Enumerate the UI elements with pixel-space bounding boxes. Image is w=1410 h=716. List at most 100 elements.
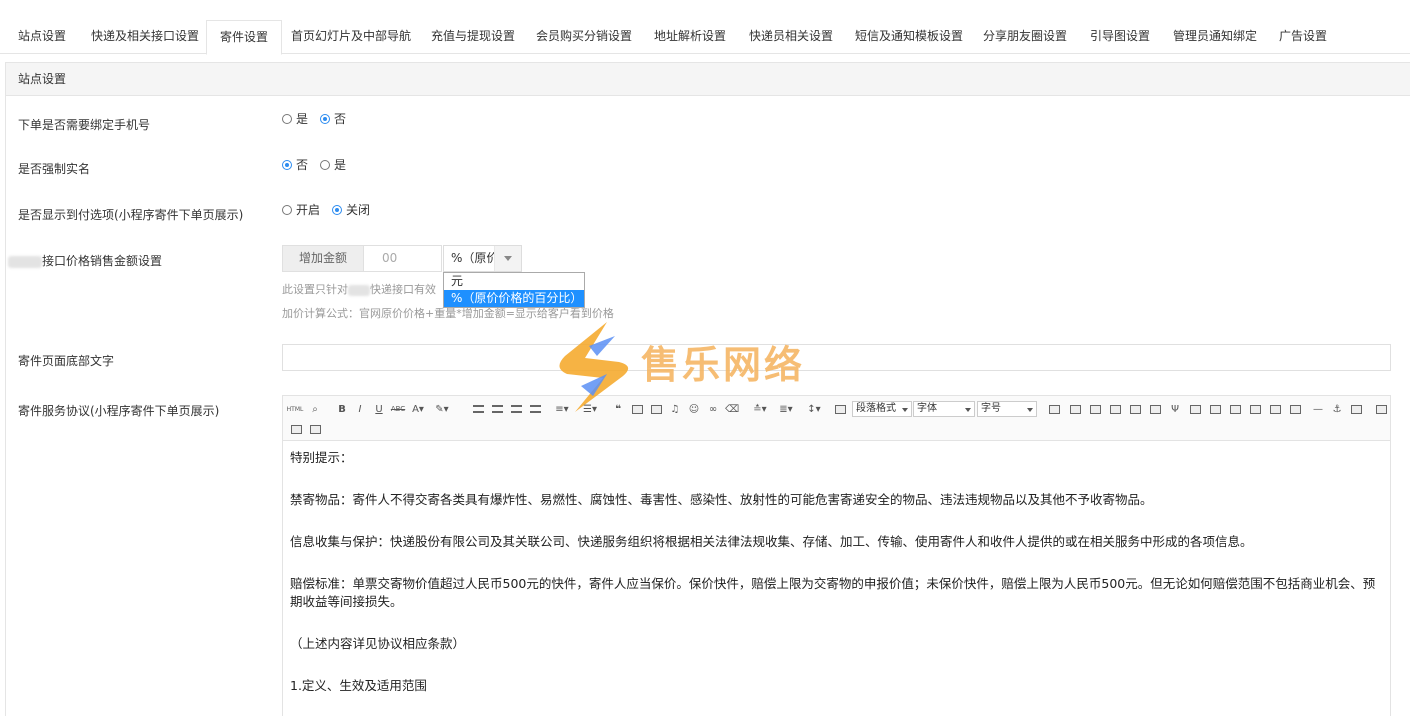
tab-courier[interactable]: 快递员相关设置 (736, 20, 846, 54)
editor-content[interactable]: 特别提示： 禁寄物品：寄件人不得交寄各类具有爆炸性、易燃性、腐蚀性、毒害性、感染… (283, 441, 1390, 695)
quote-icon[interactable]: ❝ (611, 402, 625, 416)
table-insert-col-icon[interactable] (1088, 402, 1102, 416)
cod-radios: 开启 关闭 (282, 201, 376, 218)
table-merge-icon[interactable] (1148, 402, 1162, 416)
table-props-icon[interactable] (1228, 402, 1242, 416)
editor-toolbar: HTML ⌕ B I U ABC A▾ ✎▾ ≡▾ ☰▾ ❝ ♫ ☺ ∞ ⌫ ≛… (283, 396, 1390, 441)
cod-off[interactable]: 关闭 (332, 201, 370, 218)
music-icon[interactable]: ♫ (668, 402, 682, 416)
font-family-select[interactable]: 字体 (913, 401, 975, 417)
cell-merge-icon[interactable] (1208, 402, 1222, 416)
table-delete-icon[interactable] (1268, 402, 1282, 416)
ordered-list-icon[interactable]: ≡▾ (555, 402, 569, 416)
hint-text: 此设置只针对 (282, 283, 348, 296)
unit-select[interactable]: %（原价 (443, 245, 522, 272)
radio-button[interactable] (282, 113, 292, 124)
table-delete-col-icon[interactable] (1128, 402, 1142, 416)
bind-phone-radios: 是 否 (282, 110, 352, 127)
tab-express-api[interactable]: 快递及相关接口设置 (78, 20, 212, 54)
radio-button-checked[interactable] (332, 204, 343, 215)
agreement-label: 寄件服务协议(小程序寄件下单页展示) (18, 404, 220, 418)
align-justify-icon[interactable] (528, 402, 542, 416)
eraser-icon[interactable]: ⌫ (725, 402, 739, 416)
link-icon[interactable]: ∞ (706, 402, 720, 416)
radio-button-checked[interactable] (282, 159, 292, 170)
content-paragraph: 信息收集与保护：快递股份有限公司及其关联公司、快递服务组织将根据相关法律法规收集… (290, 534, 1253, 549)
radio-label: 是 (334, 158, 347, 172)
bind-phone-yes[interactable]: 是 (282, 110, 308, 127)
tab-admin-notify[interactable]: 管理员通知绑定 (1160, 20, 1270, 54)
format-paint-icon[interactable] (833, 402, 847, 416)
table-border-icon[interactable] (1288, 402, 1302, 416)
align-left-icon[interactable] (471, 402, 485, 416)
font-color-icon[interactable]: A▾ (411, 402, 425, 416)
cell-split-icon[interactable] (1188, 402, 1202, 416)
radio-button[interactable] (320, 159, 331, 170)
image-icon[interactable] (630, 402, 644, 416)
fullscreen-icon[interactable] (1374, 402, 1388, 416)
tab-shipping-settings[interactable]: 寄件设置 (206, 20, 283, 55)
cod-label: 是否显示到付选项(小程序寄件下单页展示) (18, 208, 244, 222)
real-name-radios: 否 是 (282, 156, 352, 173)
italic-icon[interactable]: I (353, 402, 367, 416)
emoji-icon[interactable]: ☺ (687, 402, 701, 416)
insert-image-icon[interactable] (1349, 402, 1363, 416)
content-paragraph: 赔偿标准：单票交寄物价值超过人民币500元的快件，寄件人应当保价。保价快件，赔偿… (290, 576, 1376, 609)
table-insert-row-icon[interactable] (1068, 402, 1082, 416)
unordered-list-icon[interactable]: ☰▾ (583, 402, 597, 416)
rich-text-editor: HTML ⌕ B I U ABC A▾ ✎▾ ≡▾ ☰▾ ❝ ♫ ☺ ∞ ⌫ ≛… (282, 395, 1391, 716)
unit-option-yuan[interactable]: 元 (444, 273, 584, 290)
tab-recharge[interactable]: 充值与提现设置 (418, 20, 528, 54)
tab-home-slides[interactable]: 首页幻灯片及中部导航 (278, 20, 424, 54)
unit-option-percent[interactable]: %（原价价格的百分比） (444, 290, 584, 307)
align-center-icon[interactable] (490, 402, 504, 416)
save-icon[interactable] (649, 402, 663, 416)
redacted-text (348, 284, 370, 296)
html-source-icon[interactable]: HTML (287, 402, 304, 416)
cod-on[interactable]: 开启 (282, 201, 320, 218)
price-hint: 此设置只针对 快递接口有效 (282, 281, 436, 297)
tab-ads[interactable]: 广告设置 (1266, 20, 1340, 54)
unit-select-value: %（原价 (451, 251, 499, 265)
paragraph-format-select[interactable]: 段落格式 (852, 401, 912, 417)
paste-icon[interactable] (308, 422, 322, 436)
tab-membership[interactable]: 会员购买分销设置 (523, 20, 645, 54)
redacted-text (8, 255, 42, 268)
anchor-icon[interactable]: ⚓ (1330, 402, 1344, 416)
radio-button-checked[interactable] (320, 113, 331, 124)
tab-sms-templates[interactable]: 短信及通知模板设置 (842, 20, 976, 54)
chevron-down-icon[interactable] (494, 246, 521, 271)
radio-label: 否 (334, 112, 347, 126)
content-paragraph: 特别提示： (290, 450, 353, 465)
table-icon[interactable] (1047, 402, 1061, 416)
amount-input[interactable]: 00 (364, 245, 442, 272)
highlight-icon[interactable]: ✎▾ (435, 402, 449, 416)
real-name-label: 是否强制实名 (18, 162, 91, 176)
letter-spacing-icon[interactable]: ↕▾ (807, 402, 821, 416)
content-paragraph: 禁寄物品：寄件人不得交寄各类具有爆炸性、易燃性、腐蚀性、毒害性、感染性、放射性的… (290, 492, 1153, 507)
price-label: 接口价格销售金额设置 (8, 252, 162, 269)
real-name-no[interactable]: 否 (282, 156, 308, 173)
print-icon[interactable] (289, 422, 303, 436)
price-label-text: 接口价格销售金额设置 (42, 254, 163, 268)
table-delete-row-icon[interactable] (1108, 402, 1122, 416)
tab-address-parse[interactable]: 地址解析设置 (641, 20, 739, 54)
tab-share-moments[interactable]: 分享朋友圈设置 (970, 20, 1080, 54)
footer-text-input[interactable] (282, 344, 1391, 371)
horizontal-rule-icon[interactable]: — (1311, 402, 1325, 416)
bold-icon[interactable]: B (335, 402, 349, 416)
align-right-icon[interactable] (509, 402, 523, 416)
cell-props-icon[interactable] (1248, 402, 1262, 416)
real-name-yes[interactable]: 是 (320, 156, 346, 173)
strikethrough-icon[interactable]: ABC (391, 402, 405, 416)
font-size-select[interactable]: 字号 (977, 401, 1037, 417)
bind-phone-no[interactable]: 否 (320, 110, 346, 127)
tab-guide-images[interactable]: 引导图设置 (1077, 20, 1163, 54)
table-split-icon[interactable]: Ψ (1168, 402, 1182, 416)
zoom-icon[interactable]: ⌕ (308, 402, 322, 416)
line-height-icon[interactable]: ≛▾ (753, 402, 767, 416)
underline-icon[interactable]: U (372, 402, 386, 416)
radio-button[interactable] (282, 204, 292, 215)
paragraph-spacing-icon[interactable]: ≣▾ (779, 402, 793, 416)
tab-site-settings[interactable]: 站点设置 (5, 20, 79, 54)
